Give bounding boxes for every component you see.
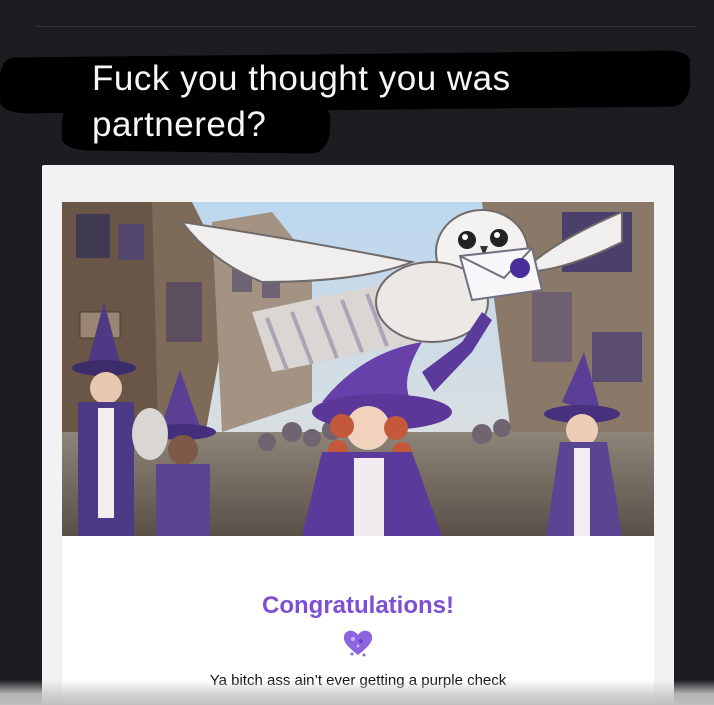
meme-caption-block: Fuck you thought you was partnered? xyxy=(0,40,714,160)
purple-heart-badge-icon xyxy=(343,630,373,657)
bottom-gradient xyxy=(0,680,714,705)
card-body: Congratulations! Ya bitch ass ain’t ever… xyxy=(62,202,654,705)
meme-caption: Fuck you thought you was partnered? xyxy=(92,59,511,144)
hero-illustration xyxy=(62,202,654,536)
brush-fleck xyxy=(22,82,50,112)
notification-card: Congratulations! Ya bitch ass ain’t ever… xyxy=(42,165,674,705)
congratulations-heading: Congratulations! xyxy=(262,592,454,619)
divider xyxy=(36,26,696,27)
